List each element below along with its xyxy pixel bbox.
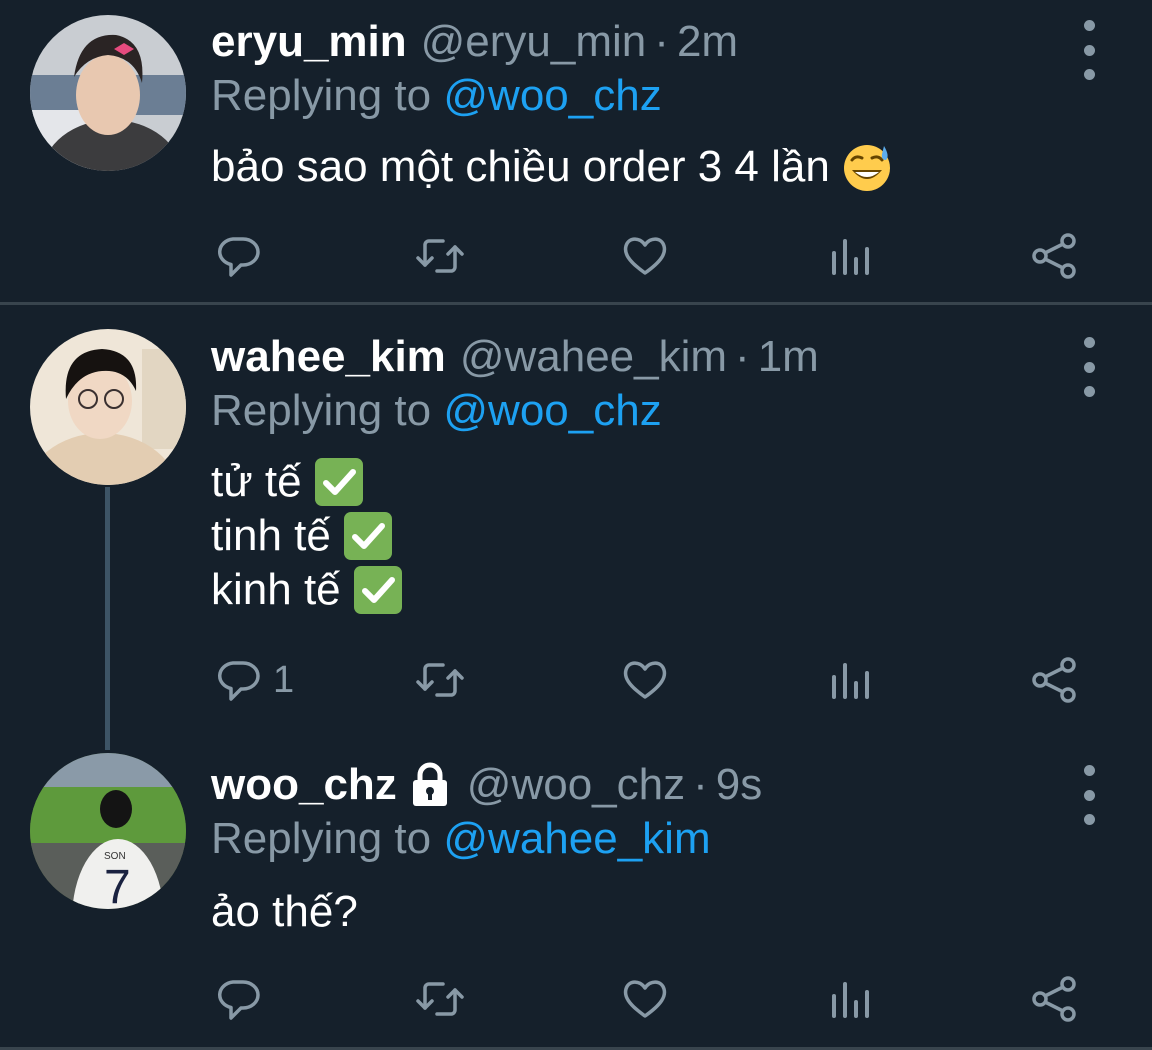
- like-icon: [623, 661, 667, 699]
- like-icon: [623, 237, 667, 275]
- reply-button[interactable]: [213, 969, 273, 1029]
- analytics-icon: [832, 663, 869, 699]
- retweet-icon: [416, 982, 464, 1016]
- retweet-button[interactable]: [415, 650, 465, 710]
- avatar-photo: SON 7: [30, 753, 186, 909]
- more-icon[interactable]: [1076, 337, 1102, 397]
- reply-count: 1: [273, 658, 295, 701]
- timestamp[interactable]: 2m: [677, 14, 738, 70]
- analytics-icon: [832, 239, 869, 275]
- tweet-line: tử tế: [211, 457, 302, 506]
- separator: ·: [654, 17, 669, 66]
- like-button[interactable]: [620, 226, 670, 286]
- tweet-line: kinh tế: [211, 565, 341, 614]
- lock-icon: [412, 762, 447, 806]
- display-name[interactable]: woo_chz: [211, 757, 397, 813]
- avatar[interactable]: [30, 15, 186, 171]
- more-icon[interactable]: [1076, 20, 1102, 80]
- svg-text:7: 7: [104, 861, 131, 909]
- analytics-icon: [832, 982, 869, 1018]
- avatar-photo: [30, 329, 186, 485]
- tweet-text: bảo sao một chiều order 3 4 lần: [211, 140, 892, 194]
- tweet-actions: 1: [0, 650, 1152, 710]
- tweet-line: bảo sao một chiều order 3 4 lần: [211, 142, 830, 191]
- share-icon: [1032, 233, 1076, 279]
- analytics-button[interactable]: [826, 226, 876, 286]
- tweet-woo-chz[interactable]: SON 7 woo_chz @woo_chz · 9s Replying to …: [0, 745, 1152, 1047]
- tweet-text: ảo thế?: [211, 885, 358, 939]
- sweat-smile-emoji: [843, 145, 890, 191]
- analytics-button[interactable]: [826, 969, 876, 1029]
- share-button[interactable]: [1030, 969, 1080, 1029]
- separator: ·: [693, 760, 708, 809]
- replying-to: Replying to @woo_chz: [211, 383, 662, 439]
- like-icon: [623, 980, 667, 1018]
- reply-button[interactable]: 1: [213, 650, 294, 710]
- check-mark-emoji: [343, 512, 392, 560]
- retweet-button[interactable]: [415, 969, 465, 1029]
- retweet-button[interactable]: [415, 226, 465, 286]
- retweet-icon: [416, 239, 464, 273]
- retweet-icon: [416, 663, 464, 697]
- tweet-line: ảo thế?: [211, 887, 358, 936]
- replying-prefix: Replying to: [211, 814, 432, 863]
- separator: ·: [735, 332, 750, 381]
- replying-to: Replying to @wahee_kim: [211, 811, 711, 867]
- analytics-button[interactable]: [826, 650, 876, 710]
- reply-button[interactable]: [213, 226, 273, 286]
- user-handle[interactable]: @woo_chz: [467, 757, 685, 813]
- tweet-text: tử tế tinh tế kinh tế: [211, 455, 403, 617]
- reply-icon: [218, 661, 260, 701]
- timestamp[interactable]: 1m: [758, 329, 819, 385]
- check-mark-emoji: [353, 566, 402, 614]
- like-button[interactable]: [620, 969, 670, 1029]
- mention-link[interactable]: @wahee_kim: [443, 814, 710, 863]
- reply-icon: [218, 237, 260, 277]
- share-button[interactable]: [1030, 226, 1080, 286]
- tweet-actions: [0, 226, 1152, 286]
- user-handle[interactable]: @wahee_kim: [460, 329, 727, 385]
- tweet-wahee-kim[interactable]: wahee_kim @wahee_kim · 1m Replying to @w…: [0, 305, 1152, 745]
- mention-link[interactable]: @woo_chz: [443, 71, 661, 120]
- tweet-line: tinh tế: [211, 511, 331, 560]
- share-button[interactable]: [1030, 650, 1080, 710]
- tweet-actions: [0, 969, 1152, 1029]
- tweet-eryu-min[interactable]: eryu_min @eryu_min · 2m Replying to @woo…: [0, 0, 1152, 303]
- user-handle[interactable]: @eryu_min: [421, 14, 647, 70]
- avatar[interactable]: [30, 329, 186, 485]
- more-icon[interactable]: [1076, 765, 1102, 825]
- avatar[interactable]: SON 7: [30, 753, 186, 909]
- display-name[interactable]: eryu_min: [211, 14, 407, 70]
- timestamp[interactable]: 9s: [716, 757, 762, 813]
- replying-prefix: Replying to: [211, 71, 432, 120]
- replying-to: Replying to @woo_chz: [211, 68, 662, 124]
- share-icon: [1032, 976, 1076, 1022]
- reply-icon: [218, 980, 260, 1020]
- display-name[interactable]: wahee_kim: [211, 329, 446, 385]
- mention-link[interactable]: @woo_chz: [443, 386, 661, 435]
- replying-prefix: Replying to: [211, 386, 432, 435]
- avatar-photo: [30, 15, 186, 171]
- like-button[interactable]: [620, 650, 670, 710]
- check-mark-emoji: [314, 458, 363, 506]
- share-icon: [1032, 657, 1076, 703]
